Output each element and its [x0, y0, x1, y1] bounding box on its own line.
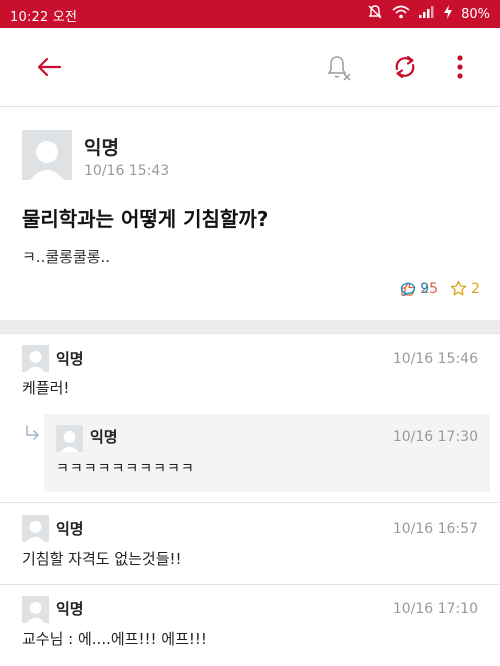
avatar: [22, 596, 49, 623]
more-options-button[interactable]: [443, 50, 477, 84]
post-date: 10/16 15:43: [84, 163, 170, 179]
divider: [0, 584, 500, 585]
comment-author: 익명: [56, 520, 84, 538]
post-stats: 25 9 2: [400, 280, 480, 297]
avatar: [56, 425, 83, 452]
avatar: [22, 515, 49, 542]
comment-text: 교수님 : 에....에프!!! 에프!!!: [22, 630, 207, 648]
reply-date: 10/16 17:30: [392, 429, 478, 445]
back-arrow-icon: [37, 57, 62, 77]
comment-bubble-icon: [401, 282, 416, 296]
reply-text: ㅋㅋㅋㅋㅋㅋㅋㅋㅋㅋ: [56, 461, 195, 477]
comment-author: 익명: [56, 600, 84, 618]
signal-icon: [419, 6, 435, 22]
comment-text: 기침할 자격도 없는것들!!: [22, 550, 182, 568]
reply-item: 익명 10/16 17:30 ㅋㅋㅋㅋㅋㅋㅋㅋㅋㅋ: [44, 414, 490, 492]
avatar: [22, 130, 72, 180]
wifi-icon: [392, 5, 410, 23]
avatar: [22, 345, 49, 372]
status-icons: 80%: [367, 4, 490, 24]
default-avatar-icon: [22, 345, 49, 372]
status-time: 10:22 오전: [10, 10, 78, 25]
status-bar: 10:22 오전 80%: [0, 0, 500, 28]
comment-date: 10/16 17:10: [392, 601, 478, 617]
default-avatar-icon: [22, 515, 49, 542]
default-avatar-icon: [22, 130, 72, 180]
refresh-button[interactable]: [388, 50, 422, 84]
comment-count-value: 9: [420, 280, 430, 297]
comment-author: 익명: [56, 350, 84, 368]
notification-off-icon: [327, 56, 351, 81]
comment-date: 10/16 15:46: [392, 351, 478, 367]
comment-count[interactable]: 9: [400, 281, 500, 297]
default-avatar-icon: [56, 425, 83, 452]
post-author: 익명: [84, 137, 119, 159]
more-vertical-icon: [457, 55, 463, 79]
charging-icon: [444, 5, 453, 23]
divider: [0, 502, 500, 503]
toolbar: [0, 28, 500, 106]
mute-icon: [367, 4, 383, 24]
post-body: ㅋ..쿨롱쿨롱..: [22, 248, 111, 266]
battery-percent: 80%: [461, 6, 490, 22]
post-title: 물리학과는 어떻게 기침할까?: [22, 207, 269, 231]
reply-author: 익명: [90, 428, 118, 446]
reply-arrow-icon: [26, 425, 39, 440]
default-avatar-icon: [22, 596, 49, 623]
notification-button[interactable]: [322, 50, 356, 84]
post-card: 익명 10/16 15:43 물리학과는 어떻게 기침할까? ㅋ..쿨롱쿨롱..…: [0, 106, 500, 320]
refresh-icon: [395, 55, 415, 79]
comment-text: 케플러!: [22, 379, 70, 397]
back-button[interactable]: [32, 50, 66, 84]
comment-date: 10/16 16:57: [392, 521, 478, 537]
